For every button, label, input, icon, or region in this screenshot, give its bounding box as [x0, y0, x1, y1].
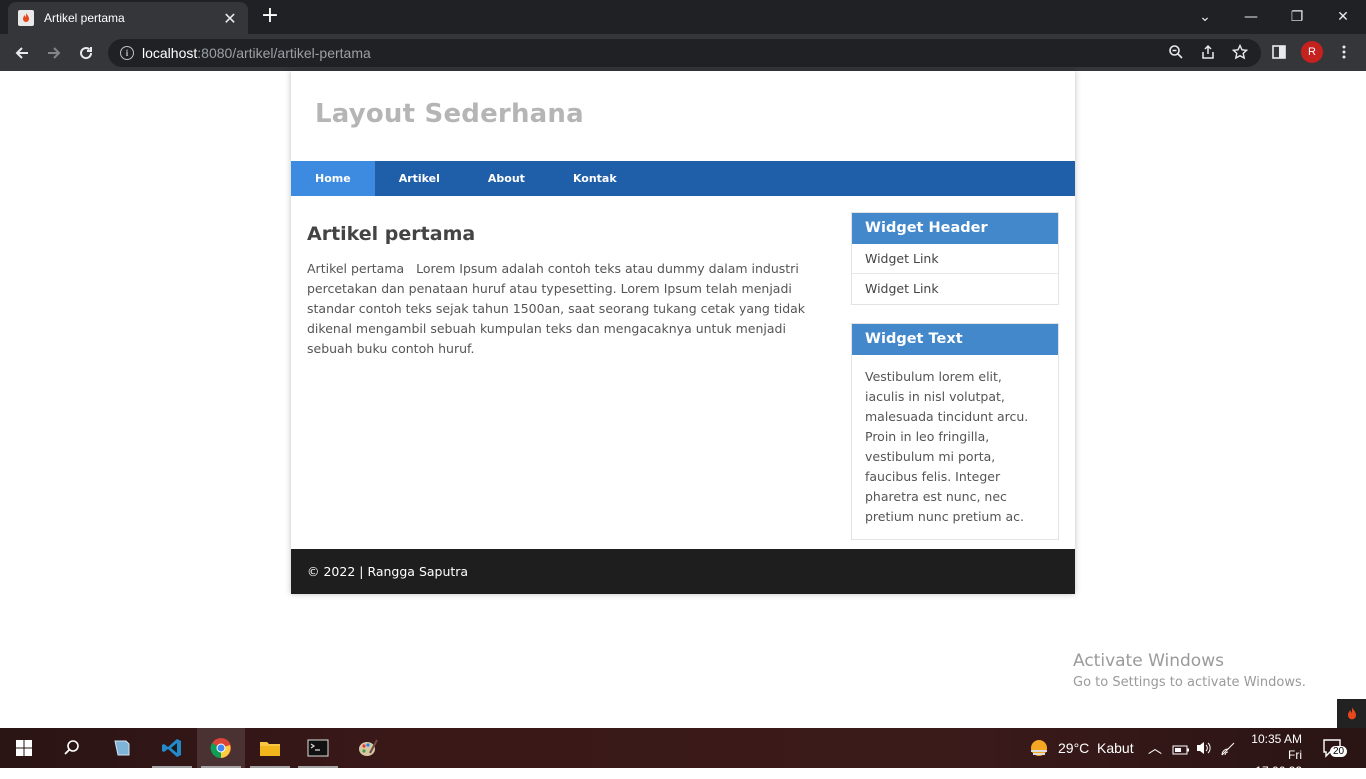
widget-links: Widget Header Widget Link Widget Link — [851, 212, 1059, 305]
volume-icon[interactable] — [1195, 740, 1213, 760]
clock-date: Fri 17.06.22 — [1255, 748, 1302, 778]
chrome-icon[interactable] — [197, 728, 245, 768]
browser-toolbar: i localhost:8080/artikel/artikel-pertama — [0, 34, 1366, 71]
widget-text-body: Vestibulum lorem elit, iaculis in nisl v… — [865, 369, 1029, 524]
watermark-line1: Activate Windows — [1073, 651, 1224, 671]
chevron-up-icon[interactable]: ︿ — [1148, 738, 1162, 758]
article-title: Artikel pertama — [307, 223, 476, 245]
site-container: Layout Sederhana Home Artikel About Kont… — [291, 71, 1075, 594]
share-icon[interactable] — [1198, 42, 1218, 62]
zoom-icon[interactable] — [1166, 42, 1186, 62]
vscode-icon[interactable] — [148, 728, 196, 768]
network-icon[interactable] — [1220, 741, 1236, 760]
tab-title: Artikel pertama — [44, 11, 125, 25]
battery-icon[interactable] — [1172, 741, 1190, 760]
widget-link[interactable]: Widget Link — [852, 274, 1058, 304]
site-title: Layout Sederhana — [315, 99, 584, 129]
restore-button[interactable]: ❐ — [1274, 0, 1320, 34]
windows-taskbar: 29°C Kabut ︿ 10:35 AM Fri 17.06.22 20 — [0, 728, 1366, 778]
site-header: Layout Sederhana — [291, 71, 1075, 161]
paint-icon[interactable] — [344, 728, 392, 768]
article-body: Artikel pertama Lorem Ipsum adalah contoh… — [307, 259, 827, 359]
weather-temp: 29°C — [1058, 740, 1090, 756]
forward-arrow-icon[interactable] — [40, 39, 68, 67]
broken-image-placeholder: Artikel pertama — [307, 261, 405, 276]
file-explorer-icon[interactable] — [246, 728, 294, 768]
main-nav: Home Artikel About Kontak — [291, 161, 1075, 196]
flame-favicon-icon — [18, 10, 34, 26]
windows-start-icon[interactable] — [0, 728, 48, 768]
activate-windows-watermark: Activate Windows Go to Settings to activ… — [1073, 651, 1306, 690]
url-host: localhost — [142, 45, 198, 61]
reload-icon[interactable] — [72, 39, 100, 67]
search-icon[interactable] — [48, 728, 96, 768]
article-content: Artikel pertama Artikel pertama Lorem Ips… — [307, 223, 827, 359]
bookmark-star-icon[interactable] — [1230, 42, 1250, 62]
browser-tab-bar: Artikel pertama ✕ + ⌄ — ❐ ✕ — [0, 0, 1366, 34]
page-viewport: Layout Sederhana Home Artikel About Kont… — [0, 71, 1366, 728]
side-panel-icon[interactable] — [1269, 42, 1289, 62]
flame-tray-icon[interactable] — [1337, 699, 1366, 728]
profile-avatar[interactable]: R — [1301, 41, 1323, 63]
close-tab-icon[interactable]: ✕ — [222, 9, 238, 28]
weather-sun-icon[interactable] — [1028, 737, 1050, 763]
address-bar[interactable]: i localhost:8080/artikel/artikel-pertama — [108, 39, 1261, 67]
widget-text: Widget Text Vestibulum lorem elit, iacul… — [851, 323, 1059, 540]
sidebar: Widget Header Widget Link Widget Link Wi… — [851, 212, 1059, 558]
window-close-button[interactable]: ✕ — [1320, 0, 1366, 34]
notification-count-badge: 20 — [1330, 746, 1348, 757]
taskbar-clock[interactable]: 10:35 AM Fri 17.06.22 — [1246, 731, 1302, 779]
tab-search-chevron-down-icon[interactable]: ⌄ — [1182, 0, 1228, 34]
back-arrow-icon[interactable] — [8, 39, 36, 67]
watermark-line2: Go to Settings to activate Windows. — [1073, 675, 1306, 690]
browser-tab[interactable]: Artikel pertama ✕ — [8, 2, 248, 34]
weather-desc: Kabut — [1097, 740, 1134, 756]
terminal-icon[interactable] — [294, 728, 342, 768]
nav-about[interactable]: About — [464, 161, 549, 196]
site-footer: © 2022 | Rangga Saputra — [291, 549, 1075, 594]
widget-header-title: Widget Header — [852, 213, 1058, 244]
nav-kontak[interactable]: Kontak — [549, 161, 641, 196]
nav-artikel[interactable]: Artikel — [375, 161, 464, 196]
minimize-button[interactable]: — — [1228, 0, 1274, 34]
widget-link[interactable]: Widget Link — [852, 244, 1058, 274]
new-tab-button[interactable]: + — [258, 5, 282, 29]
url-path: :8080/artikel/artikel-pertama — [197, 45, 371, 61]
widget-text-title: Widget Text — [852, 324, 1058, 355]
nav-home[interactable]: Home — [291, 161, 375, 196]
site-info-icon[interactable]: i — [120, 46, 134, 60]
menu-kebab-icon[interactable] — [1334, 42, 1354, 62]
notification-center-icon[interactable]: 20 — [1322, 738, 1350, 760]
clock-time: 10:35 AM — [1251, 732, 1302, 746]
app-icon-notes[interactable] — [98, 728, 146, 768]
